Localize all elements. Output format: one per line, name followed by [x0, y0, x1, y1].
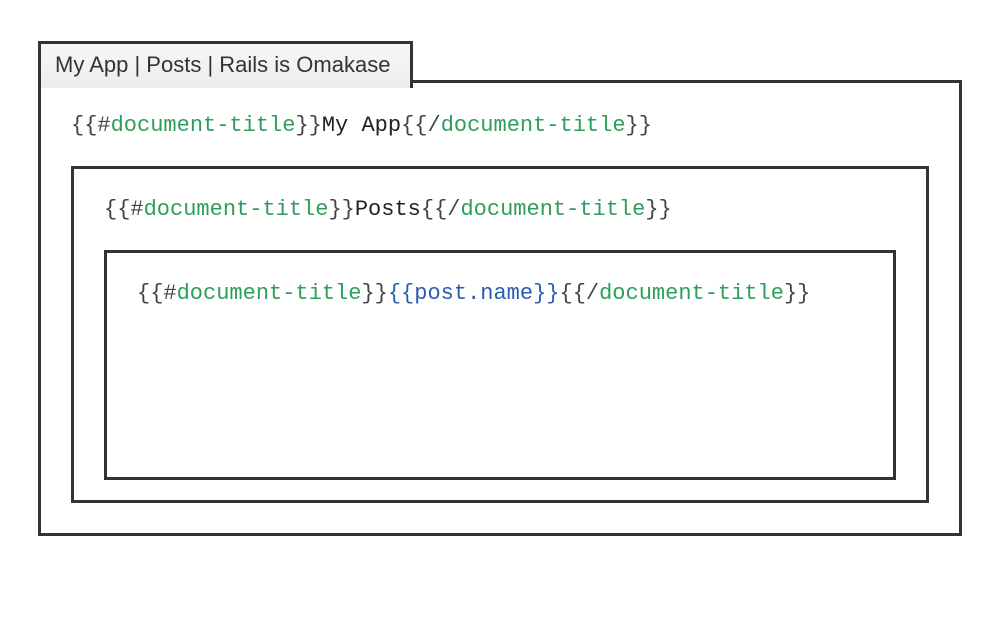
brace-close: }} — [295, 113, 321, 138]
window-frame: My App | Posts | Rails is Omakase {{#doc… — [38, 80, 962, 536]
brace-close-end: }} — [626, 113, 652, 138]
content-level1: Posts — [355, 197, 421, 222]
brace-open-slash: {{/ — [401, 113, 441, 138]
tab-title: My App | Posts | Rails is Omakase — [55, 52, 390, 77]
code-line-level2: {{#document-title}}{{post.name}}{{/docum… — [137, 281, 863, 306]
brace-open-hash: {{# — [104, 197, 144, 222]
nested-box-level2: {{#document-title}}{{post.name}}{{/docum… — [104, 250, 896, 480]
nested-box-level1: {{#document-title}}Posts{{/document-titl… — [71, 166, 929, 503]
brace-open-slash: {{/ — [421, 197, 461, 222]
helper-name-close: document-title — [460, 197, 645, 222]
code-line-level1: {{#document-title}}Posts{{/document-titl… — [104, 197, 896, 222]
helper-name-close: document-title — [441, 113, 626, 138]
code-line-level0: {{#document-title}}My App{{/document-tit… — [71, 113, 929, 138]
helper-name-close: document-title — [599, 281, 784, 306]
tab-bar: My App | Posts | Rails is Omakase — [38, 41, 413, 88]
expr-name: post.name — [414, 281, 533, 306]
helper-name: document-title — [144, 197, 329, 222]
brace-open-slash: {{/ — [560, 281, 600, 306]
brace-close: }} — [328, 197, 354, 222]
brace-close-end: }} — [645, 197, 671, 222]
expr-close: }} — [533, 281, 559, 306]
browser-tab[interactable]: My App | Posts | Rails is Omakase — [38, 41, 413, 88]
brace-close: }} — [361, 281, 387, 306]
helper-name: document-title — [111, 113, 296, 138]
brace-open-hash: {{# — [71, 113, 111, 138]
content-level0: My App — [322, 113, 401, 138]
expr-open: {{ — [388, 281, 414, 306]
helper-name: document-title — [177, 281, 362, 306]
brace-open-hash: {{# — [137, 281, 177, 306]
brace-close-end: }} — [784, 281, 810, 306]
